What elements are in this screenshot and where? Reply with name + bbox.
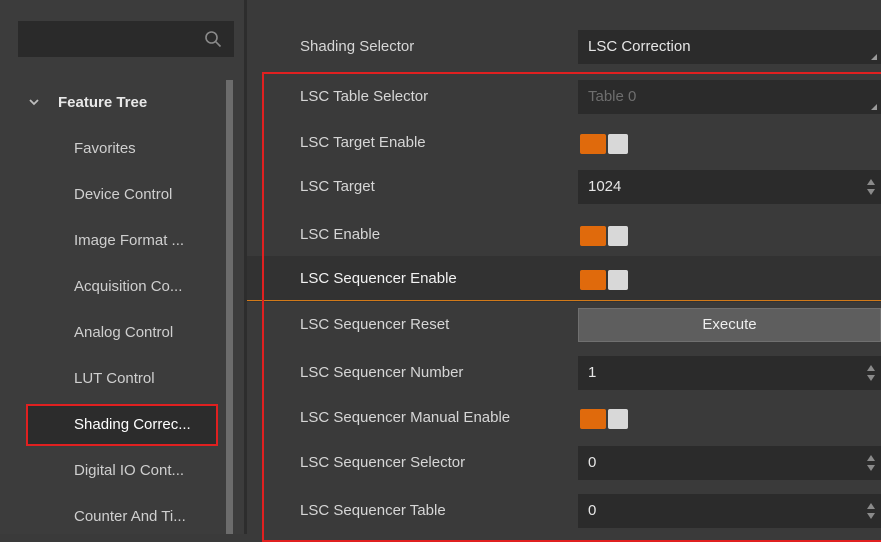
shading-selector-dropdown[interactable]: LSC Correction bbox=[578, 30, 881, 64]
search-input[interactable] bbox=[18, 21, 234, 57]
tree-item-shading-correction[interactable]: Shading Correc... bbox=[74, 410, 191, 440]
tree-scrollbar[interactable] bbox=[226, 80, 233, 534]
tree-item-analog-control[interactable]: Analog Control bbox=[74, 318, 173, 348]
tree-item-device-control[interactable]: Device Control bbox=[74, 180, 172, 210]
shading-selector-value: LSC Correction bbox=[588, 38, 691, 55]
tree-item-digital-io-control[interactable]: Digital IO Cont... bbox=[74, 456, 184, 486]
shading-selector-label: Shading Selector bbox=[300, 38, 415, 55]
feature-tree-panel: Feature Tree Favorites Device Control Im… bbox=[0, 0, 244, 534]
tree-item-lut-control[interactable]: LUT Control bbox=[74, 364, 155, 394]
row-shading-selector: Shading Selector LSC Correction bbox=[247, 24, 881, 70]
search-icon[interactable] bbox=[204, 30, 222, 48]
annotation-highlight-box bbox=[262, 72, 881, 542]
feature-tree-header[interactable]: Feature Tree bbox=[28, 88, 147, 116]
tree-item-counter-and-timer[interactable]: Counter And Ti... bbox=[74, 502, 186, 532]
tree-item-favorites[interactable]: Favorites bbox=[74, 134, 136, 164]
chevron-down-icon[interactable] bbox=[28, 96, 40, 108]
dropdown-arrow-icon bbox=[871, 54, 877, 60]
tree-item-acquisition-control[interactable]: Acquisition Co... bbox=[74, 272, 182, 302]
tree-item-image-format[interactable]: Image Format ... bbox=[74, 226, 184, 256]
feature-tree-title: Feature Tree bbox=[58, 93, 148, 111]
